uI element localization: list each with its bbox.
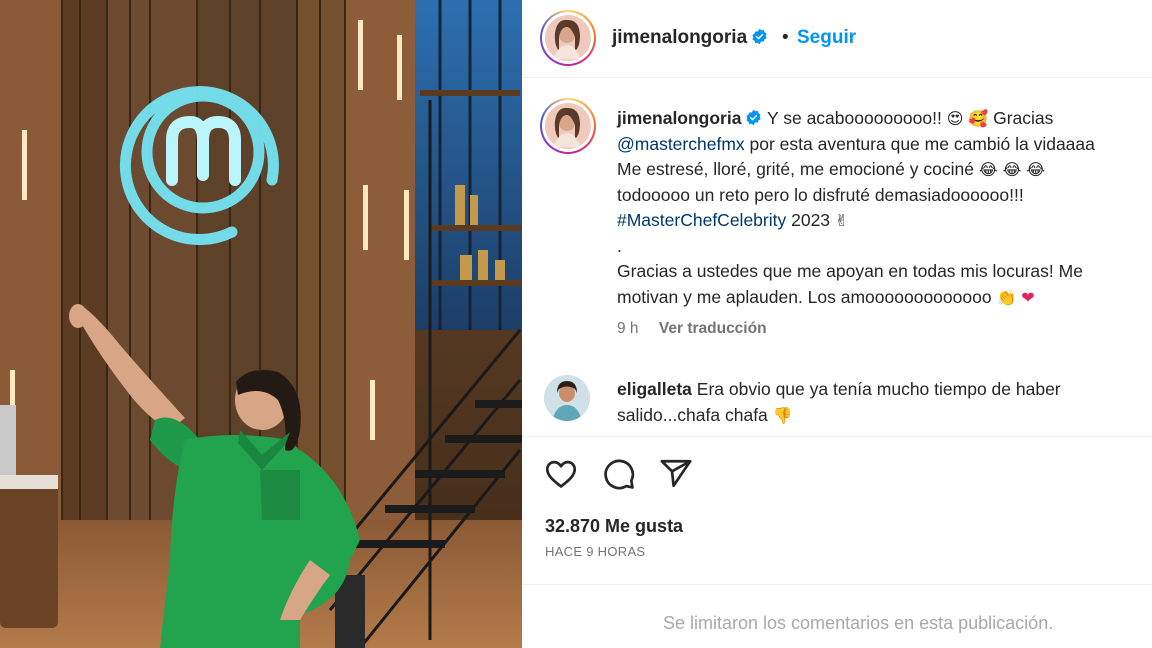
caption-timestamp[interactable]: 9 h bbox=[617, 320, 639, 337]
caption-text: jimenalongoria Y se acabooooooooo!! 😍 🥰 … bbox=[617, 106, 1152, 310]
thumbs-down-emoji-icon: 👎 bbox=[772, 405, 793, 425]
post-panel: jimenalongoria • Seguir jimenalongoria Y… bbox=[522, 0, 1152, 648]
comment-icon[interactable] bbox=[602, 457, 636, 491]
laughing-emoji-icon: 😂 😂 😂 bbox=[978, 160, 1046, 179]
caption-meta: 9 h Ver traducción bbox=[617, 320, 767, 338]
post-actions: 32.870 Me gusta HACE 9 HORAS bbox=[522, 436, 1152, 584]
verified-badge-icon bbox=[752, 28, 767, 45]
post-image bbox=[0, 0, 522, 648]
comments-limited-text: Se limitaron los comentarios en esta pub… bbox=[663, 613, 1054, 633]
commenter-avatar[interactable] bbox=[544, 375, 590, 421]
commenter-avatar-image bbox=[544, 375, 590, 421]
hearts-face-emoji-icon: 🥰 bbox=[968, 109, 989, 128]
caption-author-avatar[interactable] bbox=[540, 98, 596, 154]
share-icon[interactable] bbox=[659, 457, 693, 491]
post-photo[interactable] bbox=[0, 0, 522, 648]
caption-line-4: todooooo un reto pero lo disfruté demasi… bbox=[617, 184, 1024, 205]
commenter-username[interactable]: eligalleta bbox=[617, 379, 692, 399]
post-header: jimenalongoria • Seguir bbox=[522, 0, 1152, 78]
hashtag-link[interactable]: #MasterChefCelebrity bbox=[617, 210, 786, 230]
clapping-emoji-icon: 👏 bbox=[996, 287, 1017, 307]
post-timestamp: HACE 9 HORAS bbox=[545, 544, 646, 559]
caption-line-2: por esta aventura que me cambió la vidaa… bbox=[749, 133, 1095, 154]
comment-line-1: Era obvio que ya tenía mucho tiempo de h… bbox=[696, 379, 1061, 399]
caption-line-1-tail: Gracias bbox=[993, 108, 1054, 128]
caption-author-username[interactable]: jimenalongoria bbox=[617, 108, 741, 128]
comments-limited-notice: Se limitaron los comentarios en esta pub… bbox=[522, 584, 1152, 648]
red-heart-emoji-icon: ❤ bbox=[1021, 287, 1035, 307]
victory-hand-emoji-icon: ✌ bbox=[834, 211, 849, 230]
comment-text: eligalleta Era obvio que ya tenía mucho … bbox=[617, 377, 1147, 428]
caption-line-1: Y se acabooooooooo!! bbox=[767, 108, 942, 128]
caption-line-6: Gracias a ustedes que me apoyan en todas… bbox=[617, 261, 1083, 281]
heart-icon[interactable] bbox=[544, 457, 578, 491]
star-eyes-emoji-icon: 😍 bbox=[946, 109, 964, 128]
verified-badge-icon bbox=[746, 109, 762, 126]
author-avatar-image bbox=[545, 15, 589, 59]
mention-link[interactable]: @masterchefmx bbox=[617, 134, 745, 154]
caption-line-3: Me estresé, lloré, grité, me emocioné y … bbox=[617, 159, 974, 179]
separator-dot: • bbox=[782, 27, 789, 48]
see-translation-button[interactable]: Ver traducción bbox=[659, 320, 767, 337]
caption-avatar-image bbox=[545, 103, 589, 147]
caption-line-7: motivan y me aplauden. Los amooooooooooo… bbox=[617, 286, 992, 307]
author-avatar[interactable] bbox=[540, 10, 596, 66]
follow-button[interactable]: Seguir bbox=[797, 27, 856, 49]
caption-year: 2023 bbox=[791, 210, 831, 230]
comment-line-2: salido...chafa chafa bbox=[617, 404, 768, 425]
comment-item: eligalleta Era obvio que ya tenía mucho … bbox=[522, 370, 1152, 436]
author-username[interactable]: jimenalongoria bbox=[612, 27, 768, 49]
caption-separator: . bbox=[617, 235, 622, 256]
like-count[interactable]: 32.870 Me gusta bbox=[545, 516, 683, 537]
